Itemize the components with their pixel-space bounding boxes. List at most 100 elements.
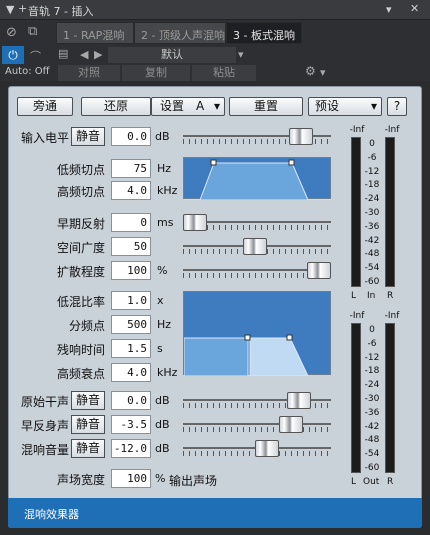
eq-filter-graph[interactable] [183,157,332,200]
input-value-field[interactable]: 0.0 [111,127,151,146]
gear-icon[interactable]: ⚙ [305,64,316,78]
out-meter-r-label: R [387,477,394,487]
eq-filter-curve [184,159,332,200]
reverb-level-field[interactable]: -12.0 [111,439,151,458]
automation-status[interactable]: Auto: Off [5,66,50,77]
low-ratio-unit: x [157,294,164,307]
reverb-level-handle[interactable] [255,440,279,457]
out-meter-label: Out [363,477,380,487]
decay-curve [184,334,309,376]
reverb-level-unit: dB [155,442,170,455]
settings-button[interactable]: 设置 A ▾ [151,97,225,116]
copy-button[interactable]: 复制 [122,65,190,81]
out-meter-scale: 0 -6 -12 -18 -24 -30 -36 -42 -48 -54 -60 [364,325,380,473]
chevron-down-icon: ▾ [214,99,221,113]
preset-list-icon[interactable]: ▤ [58,47,68,60]
decay-field[interactable]: 1.5 [111,339,151,358]
reverb-level-slider[interactable] [183,439,331,458]
collapse-icon[interactable]: ▼ [6,3,14,16]
high-cut-unit: kHz [157,184,178,197]
stereo-width-unit: % [155,472,166,485]
early-reflections-unit: ms [157,216,174,229]
in-meter-l-label: L [351,291,357,301]
input-label: 输入电平 [20,131,69,145]
stereo-width-label: 声场宽度 [56,473,105,487]
compare-button[interactable]: 对照 [58,65,120,81]
low-ratio-field[interactable]: 1.0 [111,291,151,310]
in-peak-left: -Inf [349,125,365,135]
early-level-field[interactable]: -3.5 [111,415,151,434]
gear-dropdown-icon[interactable]: ▾ [320,66,326,79]
early-reflections-slider[interactable] [183,213,331,232]
dry-slider[interactable] [183,391,331,410]
output-stereo-label: 输出声场 [169,474,218,488]
input-unit: dB [155,130,170,143]
chevron-down-icon: ▾ [371,99,378,113]
early-level-mute-button[interactable]: 静音 [71,415,105,434]
zero-button[interactable]: 重置 [229,97,303,116]
input-slider-handle[interactable] [289,128,313,145]
next-preset-icon[interactable]: ▶ [94,48,102,61]
power-ring-icon[interactable]: ⊘ [6,25,17,40]
tab-vocal-reverb[interactable]: 2 - 顶级人声混响 [134,22,226,44]
low-cut-field[interactable]: 75 [111,159,151,178]
dry-slider-handle[interactable] [287,392,311,409]
early-level-slider[interactable] [183,415,331,434]
bypass-button[interactable]: 旁通 [17,97,73,116]
space-width-slider[interactable] [183,237,331,256]
high-cut-field[interactable]: 4.0 [111,181,151,200]
help-button[interactable]: ? [387,97,407,116]
crossover-field[interactable]: 500 [111,315,151,334]
diffusion-handle[interactable] [307,262,331,279]
reverb-level-mute-button[interactable]: 静音 [71,439,105,458]
early-level-unit: dB [155,418,170,431]
decay-unit: s [157,342,163,355]
dry-value-field[interactable]: 0.0 [111,391,151,410]
space-width-handle[interactable] [243,238,267,255]
crossover-label: 分频点 [68,319,105,333]
tab-rap-reverb[interactable]: 1 - RAP混响 [56,22,134,44]
power-icon[interactable]: ⏻ [2,46,24,64]
space-width-field[interactable]: 50 [111,237,151,256]
close-icon[interactable]: ✕ [410,2,419,15]
diffusion-field[interactable]: 100 [111,261,151,280]
preset-name[interactable]: 默认 [108,47,236,63]
early-level-handle[interactable] [279,416,303,433]
presets-button[interactable]: 预设 ▾ [308,97,382,116]
input-mute-button[interactable]: 静音 [71,127,105,146]
low-cut-handle [210,159,217,166]
low-ratio-label: 低混比率 [56,295,105,309]
tab-plate-reverb[interactable]: 3 - 板式混响 [226,22,302,44]
hf-damp-field[interactable]: 4.0 [111,363,151,382]
plate-reverb-panel: 旁通 还原 设置 A ▾ 重置 预设 ▾ ? 输入电平 静音 0.0 dB 低频… [8,86,422,528]
add-icon[interactable]: + [18,2,27,15]
decay-graph[interactable] [183,291,331,376]
plugin-footer: 混响效果器 [8,498,422,528]
early-reflections-field[interactable]: 0 [111,213,151,232]
in-meter-scale: 0 -6 -12 -18 -24 -30 -36 -42 -48 -54 -60 [364,139,380,287]
dry-unit: dB [155,394,170,407]
reverb-level-label: 混响音量 [20,443,69,457]
reset-button[interactable]: 还原 [81,97,151,116]
plugin-name: 混响效果器 [24,508,79,521]
pin-icon[interactable]: ▾ [386,3,392,16]
early-reflections-handle[interactable] [183,214,207,231]
edit-bar: Auto: Off 对照 复制 粘贴 ⚙ ▾ [0,64,430,81]
dry-mute-button[interactable]: 静音 [71,391,105,410]
out-peak-right: -Inf [384,311,400,321]
high-cut-label: 高频切点 [56,185,105,199]
decay-label: 残响时间 [56,343,105,357]
automation-icon[interactable]: ⌒ [30,48,41,64]
input-slider[interactable] [183,127,331,146]
stereo-width-field[interactable]: 100 [111,469,151,488]
diffusion-unit: % [157,264,168,277]
early-reflections-label: 早期反射 [56,217,105,231]
paste-button[interactable]: 粘贴 [192,65,256,81]
routing-icon[interactable]: ⧉ [28,24,37,39]
preset-dropdown-icon[interactable]: ▾ [238,48,244,61]
space-width-label: 空间广度 [56,241,105,255]
prev-preset-icon[interactable]: ◀ [80,48,88,61]
out-peak-left: -Inf [349,311,365,321]
diffusion-slider[interactable] [183,261,331,280]
early-level-label: 早反身声 [20,419,69,433]
